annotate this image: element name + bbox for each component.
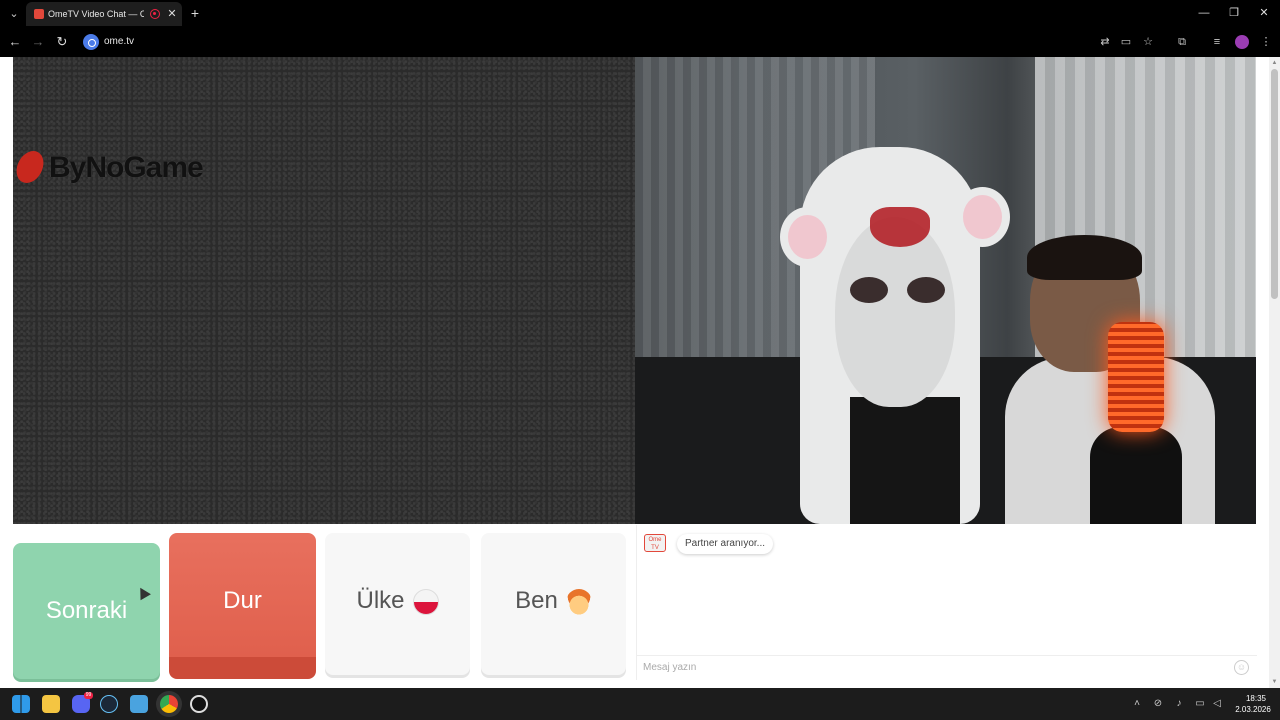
browser-tab[interactable]: OmeTV Video Chat — Ome ✕ xyxy=(26,2,182,26)
microphone xyxy=(1108,322,1164,432)
profile-avatar[interactable] xyxy=(1235,35,1249,49)
costume-ear-right xyxy=(955,187,1010,247)
ometv-favicon-icon xyxy=(34,9,44,19)
browser-tab-bar: ⌄ OmeTV Video Chat — Ome ✕ + — ❐ ✕ xyxy=(0,0,1280,28)
back-icon[interactable]: ← xyxy=(7,34,23,50)
display-icon[interactable]: ▭ xyxy=(1193,697,1207,711)
windows-icon[interactable] xyxy=(12,695,30,713)
tab-title: OmeTV Video Chat — Ome xyxy=(48,9,144,19)
stop-button[interactable]: Dur xyxy=(169,533,316,679)
translate-icon[interactable]: ⇄ xyxy=(1097,34,1113,50)
minimize-icon[interactable]: — xyxy=(1196,5,1212,21)
mask-eye-left xyxy=(850,277,888,303)
restore-icon[interactable]: ❐ xyxy=(1226,5,1242,21)
discord-badge: 99 xyxy=(84,692,93,699)
address-bar[interactable]: ome.tv xyxy=(104,35,184,49)
scroll-thumb[interactable] xyxy=(1271,69,1278,299)
microphone-icon[interactable]: ♪ xyxy=(1172,697,1186,711)
next-button[interactable]: Sonraki xyxy=(13,543,160,679)
star-icon[interactable]: ☆ xyxy=(1140,34,1156,50)
steam-icon[interactable] xyxy=(100,695,118,713)
clock-time[interactable]: 18:35 xyxy=(1238,693,1274,704)
site-info-icon[interactable] xyxy=(83,34,99,50)
emoji-icon[interactable]: ☺ xyxy=(1234,660,1249,675)
chat-panel: Ome TV Partner aranıyor... Mesaj yazın ☺ xyxy=(636,525,1257,680)
local-video: ByNoGame xyxy=(13,57,635,524)
ometv-logo: Ome TV xyxy=(644,534,666,552)
volume-icon[interactable]: ◁ xyxy=(1210,697,1224,711)
stop-button-label: Dur xyxy=(223,587,262,614)
partner-video xyxy=(635,57,1256,524)
record-icon xyxy=(150,9,160,19)
mask-eye-right xyxy=(907,277,945,303)
microphone-stand xyxy=(1090,427,1182,524)
folder-icon[interactable] xyxy=(42,695,60,713)
country-button[interactable]: Ülke xyxy=(325,533,470,675)
network-off-icon[interactable]: ⊘ xyxy=(1151,697,1165,711)
person-body xyxy=(850,397,960,524)
bynogame-logo-icon xyxy=(13,151,47,183)
windows-taskbar: ˄ ⊘ ♪ ▭ ◁ 18:35 2.03.2026 xyxy=(0,688,1280,720)
country-button-label: Ülke xyxy=(356,587,405,614)
avatar-icon xyxy=(565,588,592,615)
message-input[interactable]: Mesaj yazın ☺ xyxy=(637,655,1257,679)
next-button-label: Sonraki xyxy=(45,597,128,624)
app-icon[interactable] xyxy=(130,695,148,713)
costume-ear-left xyxy=(780,207,835,267)
scroll-down-icon[interactable]: ▼ xyxy=(1271,678,1278,686)
page-scrollbar[interactable]: ▲ ▼ xyxy=(1269,57,1280,688)
clock-date[interactable]: 2.03.2026 xyxy=(1230,704,1276,715)
window-close-icon[interactable]: ✕ xyxy=(1256,5,1272,21)
watermark-logo: ByNoGame xyxy=(49,151,204,184)
close-icon[interactable]: ✕ xyxy=(166,6,178,22)
chrome-icon[interactable] xyxy=(160,695,178,713)
gender-button-label: Ben xyxy=(515,587,558,614)
status-message: Partner aranıyor... xyxy=(677,534,773,554)
second-person-hair xyxy=(1027,235,1142,280)
message-placeholder: Mesaj yazın xyxy=(643,662,697,673)
gender-button[interactable]: Ben xyxy=(481,533,626,675)
mask-blood xyxy=(870,207,930,247)
flag-icon xyxy=(412,588,439,615)
tray-chevron-icon[interactable]: ˄ xyxy=(1130,697,1144,711)
cast-icon[interactable]: ▭ xyxy=(1118,34,1134,50)
obs-icon[interactable] xyxy=(190,695,208,713)
new-tab-button[interactable]: + xyxy=(188,5,202,21)
media-icon[interactable]: ≡ xyxy=(1209,34,1225,50)
reload-icon[interactable]: ↻ xyxy=(54,34,70,50)
extensions-icon[interactable]: ⧉ xyxy=(1174,34,1190,50)
forward-icon[interactable]: → xyxy=(30,34,46,50)
ometv-page: ByNoGame Sonraki Dur Ülke Ben Ome TV Par… xyxy=(0,57,1280,688)
scroll-up-icon[interactable]: ▲ xyxy=(1271,59,1278,67)
browser-toolbar: ← → ↻ ome.tv ⇄ ▭ ☆ ⧉ ≡ ⋮ xyxy=(0,28,1280,57)
menu-icon[interactable]: ⋮ xyxy=(1258,34,1274,50)
chevron-down-icon[interactable]: ⌄ xyxy=(6,6,22,22)
